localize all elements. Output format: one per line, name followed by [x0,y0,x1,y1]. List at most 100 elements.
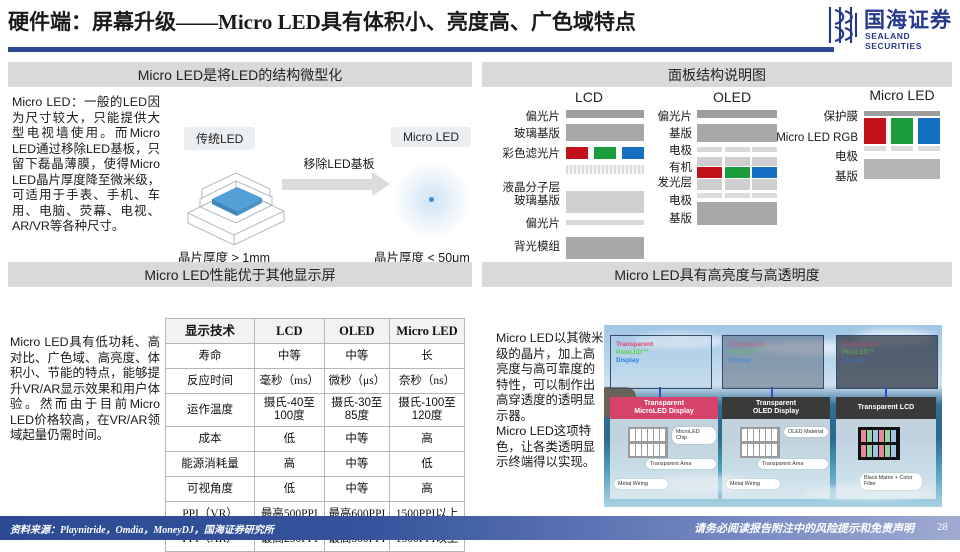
panel-transparency-brightness: Micro LED具有高亮度与高透明度 Micro LED以其微米级的晶片，加上… [482,262,952,532]
oled-emissive-rgb [697,167,777,178]
table-cell: 中等 [254,343,325,369]
screen-label-line-1: PixeLED™ [842,349,875,356]
source-list: Playnitride，Omdia，MoneyDJ， [60,525,204,536]
lcd-layer-glass-bottom [566,191,644,213]
screen-lcd: Transparent PixeLED™ Display [836,335,938,389]
lcd-pixel-array [858,427,900,460]
pixel-row [861,445,897,457]
table-row-label: 能源消耗量 [165,451,255,477]
page-number: 28 [937,521,948,533]
microled-layer-protective-film [864,111,940,116]
panel-body-top-left: Micro LED：一般的LED因为尺寸较大，只能提供大型电视墙使用。而Micr… [8,87,472,265]
table-header-cell: OLED [323,318,391,344]
table-row: 成本低中等高 [165,426,465,452]
table-row-label: 可视角度 [165,476,255,502]
source-note: 资料来源：Playnitride，Omdia，MoneyDJ，国海证券研究所 [10,521,274,536]
stack-title-micro-led: Micro LED [869,87,935,103]
oled-layer-organic-upper [697,157,777,166]
table-cell: 高 [389,476,465,502]
lcd-layer-label-5: 偏光片 [525,218,561,230]
annotation-black-matrix: Black Matrix + Color Filter [860,473,922,490]
lcd-layer-label-1: 玻璃基版 [514,128,560,140]
table-cell: 高 [389,426,465,452]
table-row: 寿命 中等 中等长 [165,343,465,369]
panel-body-top-right: LCD 偏光片 玻璃基版 彩色滤光片 液晶分子层 玻璃基版 偏光片 背光模组 O… [482,87,952,262]
table-header-cell: LCD [254,318,325,344]
screen-oled: Transparent PixeLED™ Display [722,335,824,389]
stack-title-lcd: LCD [574,89,603,105]
table-cell: 毫秒（ms） [254,368,325,394]
microled-layer-electrode [864,146,940,151]
microled-rgb-chips [864,118,940,144]
panel-body-bottom-right: Micro LED以其微米级的晶片，加上高亮度与高可靠度的特性，可以制作出高穿透… [482,287,952,532]
annotation-transparent-area: Transparent Area [646,459,716,470]
screen-label-line-2: Display [616,357,640,364]
disclaimer-note: 请务必阅读报告附注中的风险提示和免责声明 [694,523,914,535]
panel-display-stack-diagram: 面板结构说明图 LCD 偏光片 玻璃基版 彩色滤光片 液晶分子层 玻璃基版 偏光… [482,62,952,262]
table-row: 能源消耗量高中等低 [165,451,465,477]
table-row-label: 运作温度 [165,393,255,427]
table-cell: 中等 [323,343,391,369]
screen-microled: Transparent PixeLED™ Display [610,335,712,389]
table-cell: 低 [389,451,465,477]
company-logo: 国海证券 SEALAND SECURITIES [826,2,954,51]
screen-label-line-0: Transparent [616,341,654,348]
microled-layer-substrate [864,159,940,179]
table-cell: 中等 [323,451,391,477]
oled-layer-label-5: 电极 [669,195,692,207]
table-cell: 摄氏-40至100度 [254,393,325,427]
microled-layer-label-1: Micro LED RGB [776,132,858,144]
pixel-row [861,430,897,442]
pixel-row [742,444,778,456]
screen-label-line-1: PixeLED™ [616,349,649,356]
pixel-row [630,444,666,456]
arrow-caption: 移除LED基板 [303,157,375,171]
table-header-row: 显示技术 LCD OLED Micro LED [165,318,465,344]
slide-header: 硬件端：屏幕升级——Micro LED具有体积小、亮度高、广色域特点 国海证券 … [0,0,960,56]
card-title-oled: Transparent OLED Display [722,397,830,419]
oled-layer-electrode-top [697,147,777,152]
source-prefix: 资料来源： [10,525,60,536]
panel-heading-top-left: Micro LED是将LED的结构微型化 [8,62,472,87]
annotation-oled-material: OLED Material [784,427,828,438]
lcd-layer-label-2: 彩色滤光片 [502,148,561,160]
table-cell: 中等 [323,476,391,502]
micro-led-dot [429,197,434,202]
lcd-layer-backlight [566,237,644,259]
microled-pixel-array [628,427,668,458]
table-row-label: 反应时间 [165,368,255,394]
oled-layer-label-4: 发光层 [657,177,693,189]
microled-layer-label-2: 电极 [835,151,858,163]
card-microled: Transparent MicroLED Display MicroLED Chi… [610,397,718,499]
panel-heading-top-right: 面板结构说明图 [482,62,952,87]
panel-micro-led-structure: Micro LED是将LED的结构微型化 Micro LED：一般的LED因为尺… [8,62,472,265]
table-cell: 奈秒（ns） [389,368,465,394]
oled-pixel-array [740,427,780,458]
transparent-display-figure: Transparent PixeLED™ Display Transparent… [604,325,942,507]
card-lcd: Transparent LCD Black Matrix + Color Fil… [836,397,936,499]
table-cell: 低 [254,426,325,452]
panel-heading-bottom-left: Micro LED性能优于其他显示屏 [8,262,472,287]
table-header-cell: Micro LED [389,318,465,344]
logo-emblem-icon [828,7,858,43]
traditional-led-label: 传统LED [184,127,256,150]
table-row-label: 寿命 [165,343,255,369]
page-title: 硬件端：屏幕升级——Micro LED具有体积小、亮度高、广色域特点 [8,10,636,34]
pixel-row [630,429,666,441]
table-cell: 摄氏-100至120度 [389,393,465,427]
oled-layer-label-0: 偏光片 [657,111,693,123]
annotation-microled-chip: MicroLED Chip [672,427,716,444]
card-oled: Transparent OLED Display OLED Material Tr… [722,397,830,499]
lcd-layer-label-6: 背光模组 [514,241,560,253]
arrow-head-icon [372,172,390,196]
table-cell: 高 [254,451,325,477]
oled-layer-electrode-bottom [697,193,777,198]
micro-led-description: Micro LED：一般的LED因为尺寸较大，只能提供大型电视墙使用。而Micr… [12,95,161,233]
oled-layer-label-3: 有机 [669,162,692,174]
remove-substrate-arrow: 移除LED基板 [280,155,398,205]
table-row: 可视角度低中等高 [165,476,465,502]
annotation-transparent-area: Transparent Area [758,459,828,470]
table-cell: 微秒（μs） [323,368,391,394]
annotation-metal-wiring: Metal Wiring [614,479,668,490]
logo-english-name: SEALAND SECURITIES [865,31,923,51]
